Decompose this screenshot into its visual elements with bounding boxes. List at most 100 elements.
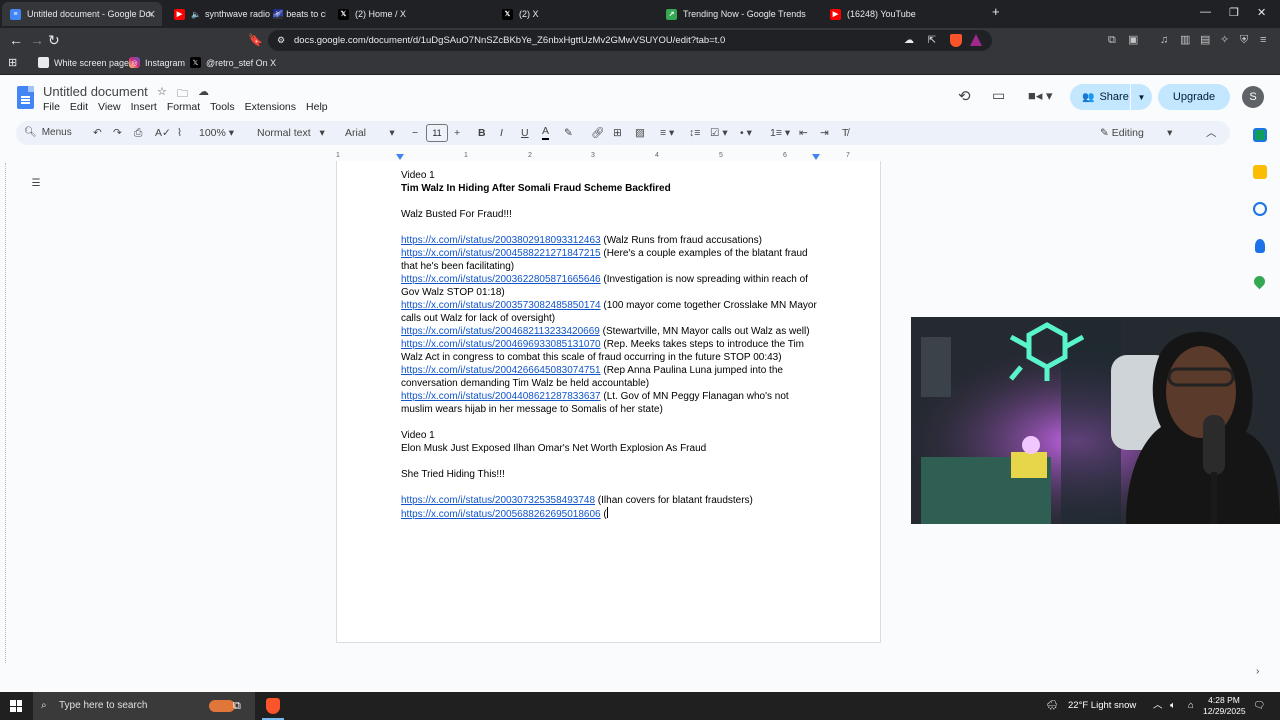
sidebar-icon[interactable]: ▥ [1180, 33, 1190, 47]
document-paragraph[interactable]: https://x.com/i/status/20036228058716656… [401, 273, 819, 299]
document-paragraph[interactable]: Elon Musk Just Exposed Ilhan Omar's Net … [401, 442, 819, 455]
document-paragraph[interactable]: https://x.com/i/status/20056882626950186… [401, 507, 819, 521]
chevron-down-icon[interactable]: ▼ [1130, 84, 1152, 110]
document-body[interactable]: Video 1 Tim Walz In Hiding After Somali F… [401, 169, 819, 521]
status-link[interactable]: https://x.com/i/status/20045882212718472… [401, 248, 601, 259]
menu-tools[interactable]: Tools [210, 101, 235, 113]
menu-view[interactable]: View [98, 101, 121, 113]
document-paragraph[interactable] [401, 481, 819, 494]
contacts-icon[interactable] [1255, 239, 1265, 253]
link-icon[interactable]: 🔗︎ [591, 125, 604, 141]
minimize-icon[interactable]: — [1200, 6, 1211, 18]
add-comment-icon[interactable]: ⊞ [613, 125, 622, 141]
align-icon[interactable]: ≡ ▾ [660, 125, 674, 141]
menu-format[interactable]: Format [167, 101, 200, 113]
zoom-select[interactable]: 100% ▾ [199, 125, 234, 141]
clear-formatting-icon[interactable]: T̸ [842, 125, 848, 141]
menu-extensions[interactable]: Extensions [245, 101, 296, 113]
increase-indent-icon[interactable]: ⇥ [820, 125, 829, 141]
status-link[interactable]: https://x.com/i/status/20056882626950186… [401, 509, 601, 520]
reload-icon[interactable]: ↻ [48, 31, 60, 49]
share-button[interactable]: 👥 Share ▼ [1070, 84, 1152, 110]
upgrade-button[interactable]: Upgrade [1158, 84, 1230, 110]
speaker-icon[interactable]: 🔈 [191, 10, 201, 19]
extensions-icon[interactable]: ⧉ [1108, 33, 1116, 47]
windows-start-icon[interactable] [10, 700, 22, 712]
cloud-icon[interactable]: ☁ [904, 30, 914, 51]
document-paragraph[interactable]: https://x.com/i/status/20045882212718472… [401, 247, 819, 273]
keep-icon[interactable] [1253, 165, 1267, 179]
right-indent-marker[interactable] [812, 154, 820, 160]
leo-ai-icon[interactable]: ✧ [1220, 33, 1229, 47]
print-icon[interactable]: ⎙ [134, 125, 142, 141]
text-color-icon[interactable]: A [542, 125, 550, 140]
document-paragraph[interactable] [401, 455, 819, 468]
document-paragraph[interactable]: https://x.com/i/status/20046821132334206… [401, 325, 819, 338]
vpn-icon[interactable]: ⛨ [1240, 33, 1248, 47]
checklist-icon[interactable]: ☑ ▾ [710, 125, 728, 141]
highlight-icon[interactable]: ✎ [564, 125, 573, 141]
decrease-indent-icon[interactable]: ⇤ [799, 125, 808, 141]
brave-taskbar-icon[interactable] [266, 698, 280, 714]
document-page[interactable]: Video 1 Tim Walz In Hiding After Somali F… [336, 161, 881, 643]
document-paragraph[interactable]: https://x.com/i/status/20044086212878336… [401, 390, 819, 416]
document-paragraph[interactable]: https://x.com/i/status/20038029180933124… [401, 234, 819, 247]
menu-icon[interactable]: ≡ [1260, 33, 1266, 47]
menu-help[interactable]: Help [306, 101, 328, 113]
tab-synthwave-radio[interactable]: ▶ 🔈 synthwave radio 🌌 beats to chill [166, 2, 326, 26]
tab-youtube[interactable]: ▶ (16248) YouTube [822, 2, 982, 26]
status-link[interactable]: https://x.com/i/status/20044086212878336… [401, 391, 601, 402]
document-paragraph[interactable]: Video 1 [401, 429, 819, 442]
status-link[interactable]: https://x.com/i/status/20046969330851310… [401, 339, 601, 350]
weather-text[interactable]: 22°F Light snow [1068, 692, 1136, 720]
menu-insert[interactable]: Insert [131, 101, 157, 113]
apps-grid-icon[interactable]: ⊞ [8, 56, 17, 69]
document-paragraph[interactable]: https://x.com/i/status/20046969330851310… [401, 338, 819, 364]
italic-icon[interactable]: I [500, 125, 503, 141]
brave-shield-icon[interactable] [950, 34, 962, 47]
window-close-icon[interactable]: ✕ [1257, 6, 1266, 19]
font-select[interactable]: Arial ▾ [345, 125, 395, 141]
bulleted-list-icon[interactable]: • ▾ [740, 125, 752, 141]
bookmark-retro-stef[interactable]: 𝕏 @retro_stef On X [190, 57, 276, 68]
tab-google-docs[interactable]: ≡ Untitled document - Google Docs ✕ [2, 2, 162, 26]
notifications-icon[interactable]: 🗨 [1253, 692, 1265, 720]
volume-icon[interactable]: 🔈︎ [1170, 692, 1176, 720]
tab-x[interactable]: 𝕏 (2) X [494, 2, 654, 26]
taskbar-search-input[interactable]: ⌕ Type here to search [33, 692, 255, 720]
wallet-icon[interactable]: ▤ [1200, 33, 1210, 47]
redo-icon[interactable]: ↷ [113, 125, 122, 141]
maps-icon[interactable] [1251, 273, 1268, 290]
editing-mode-select[interactable]: ✎ Editing ▾ [1100, 125, 1172, 141]
status-link[interactable]: https://x.com/i/status/20038029180933124… [401, 235, 601, 246]
expand-panel-icon[interactable]: › [1256, 666, 1259, 677]
document-paragraph[interactable] [401, 416, 819, 429]
tab-x-home[interactable]: 𝕏 (2) Home / X [330, 2, 490, 26]
status-link[interactable]: https://x.com/i/status/20035730824858501… [401, 300, 601, 311]
meet-icon[interactable]: ■◂ ▾ [1028, 88, 1053, 104]
status-link[interactable]: https://x.com/i/status/20042666450830747… [401, 365, 601, 376]
document-paragraph[interactable]: She Tried Hiding This!!! [401, 468, 819, 481]
document-outline-icon[interactable]: ☰ [26, 176, 46, 192]
music-icon[interactable]: ♫ [1160, 33, 1168, 47]
new-tab-button[interactable]: + [992, 4, 1000, 19]
document-paragraph[interactable] [401, 195, 819, 208]
document-paragraph[interactable]: https://x.com/i/status/20042666450830747… [401, 364, 819, 390]
site-info-icon[interactable]: ⚙ [277, 30, 285, 51]
menu-file[interactable]: File [43, 101, 60, 113]
line-spacing-icon[interactable]: ↕≡ [689, 125, 700, 141]
document-paragraph[interactable]: https://x.com/i/status/20035730824858501… [401, 299, 819, 325]
numbered-list-icon[interactable]: 1≡ ▾ [770, 125, 790, 141]
tray-chevron-icon[interactable]: ︿ [1153, 692, 1163, 720]
star-icon[interactable]: ☆ [157, 85, 167, 98]
status-link[interactable]: https://x.com/i/status/20036228058716656… [401, 274, 601, 285]
docs-logo-icon[interactable] [17, 86, 34, 109]
back-icon[interactable]: ← [9, 31, 23, 49]
brave-rewards-icon[interactable] [970, 34, 982, 46]
increase-font-icon[interactable]: + [454, 125, 460, 141]
bold-icon[interactable]: B [478, 125, 486, 141]
task-view-icon[interactable]: ⧉ [233, 692, 241, 720]
undo-icon[interactable]: ↶ [93, 125, 102, 141]
bookmark-instagram[interactable]: ◎ Instagram [129, 57, 185, 68]
underline-icon[interactable]: U [521, 125, 529, 141]
